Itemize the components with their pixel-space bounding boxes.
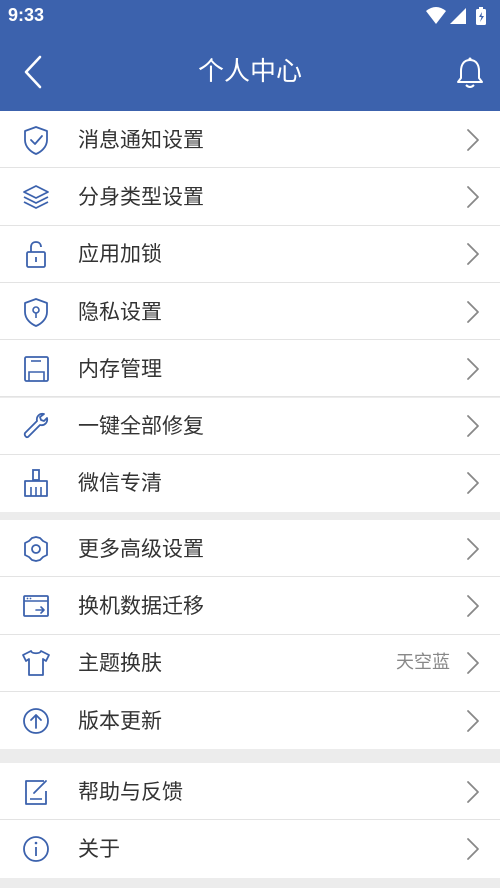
status-bar: 9:33 [0,0,500,34]
list-item-label: 更多高级设置 [78,536,204,561]
list-item-label: 消息通知设置 [78,127,204,152]
app-bar: 9:33 个人中心 [0,0,500,111]
list-item-label: 应用加锁 [78,242,162,267]
floppy-icon [20,353,52,385]
list-item[interactable]: 换机数据迁移 [0,577,500,635]
list-item[interactable]: 版本更新 [0,691,500,750]
wrench-icon [20,410,52,442]
list-item-label: 一键全部修复 [78,414,204,439]
wifi-icon [426,7,446,24]
list-item[interactable]: 关于 [0,820,500,878]
list-item-label: 主题换肤 [78,651,162,676]
list-item[interactable]: 一键全部修复 [0,397,500,455]
chevron-right-icon [466,242,480,266]
layers-icon [20,181,52,213]
list-item[interactable]: 内存管理 [0,340,500,398]
info-icon [20,833,52,865]
list-item-label: 隐私设置 [78,299,162,324]
chevron-right-icon [466,537,480,561]
list-item-label: 内存管理 [78,356,162,381]
signal-icon [450,8,466,24]
chevron-right-icon [466,780,480,804]
list-item-label: 版本更新 [78,708,162,733]
list-item[interactable]: 消息通知设置 [0,111,500,169]
chevron-right-icon [466,185,480,209]
chevron-right-icon [466,594,480,618]
list-item-label: 帮助与反馈 [78,779,183,804]
chevron-right-icon [466,128,480,152]
battery-icon [476,7,486,25]
notifications-button[interactable] [454,56,486,90]
transfer-icon [20,590,52,622]
status-time: 9:33 [8,5,45,25]
broom-icon [20,467,52,499]
lock-icon [20,238,52,270]
chevron-right-icon [466,837,480,861]
list-item[interactable]: 微信专清 [0,454,500,513]
shield-check-icon [20,124,52,156]
chevron-right-icon [466,471,480,495]
list-item[interactable]: 隐私设置 [0,282,500,341]
list-item[interactable]: 主题换肤 天空蓝 [0,634,500,692]
list-item-value: 天空蓝 [396,652,450,674]
chevron-right-icon [466,300,480,324]
feedback-icon [20,776,52,808]
chevron-right-icon [466,357,480,381]
list-item-label: 微信专清 [78,471,162,496]
list-item-label: 关于 [78,836,120,861]
header: 个人中心 [0,34,500,111]
list-item[interactable]: 帮助与反馈 [0,763,500,821]
list-item-label: 分身类型设置 [78,184,204,209]
gear-icon [20,533,52,565]
chevron-right-icon [466,651,480,675]
privacy-shield-icon [20,296,52,328]
page-title: 个人中心 [197,57,302,87]
status-icons [424,6,492,28]
list-item-label: 换机数据迁移 [78,593,204,618]
chevron-right-icon [466,709,480,733]
list-item[interactable]: 分身类型设置 [0,168,500,226]
list-item[interactable]: 更多高级设置 [0,520,500,578]
upgrade-icon [20,705,52,737]
list-item[interactable]: 应用加锁 [0,225,500,283]
tshirt-icon [20,647,52,679]
bell-icon [457,57,483,88]
chevron-right-icon [466,414,480,438]
